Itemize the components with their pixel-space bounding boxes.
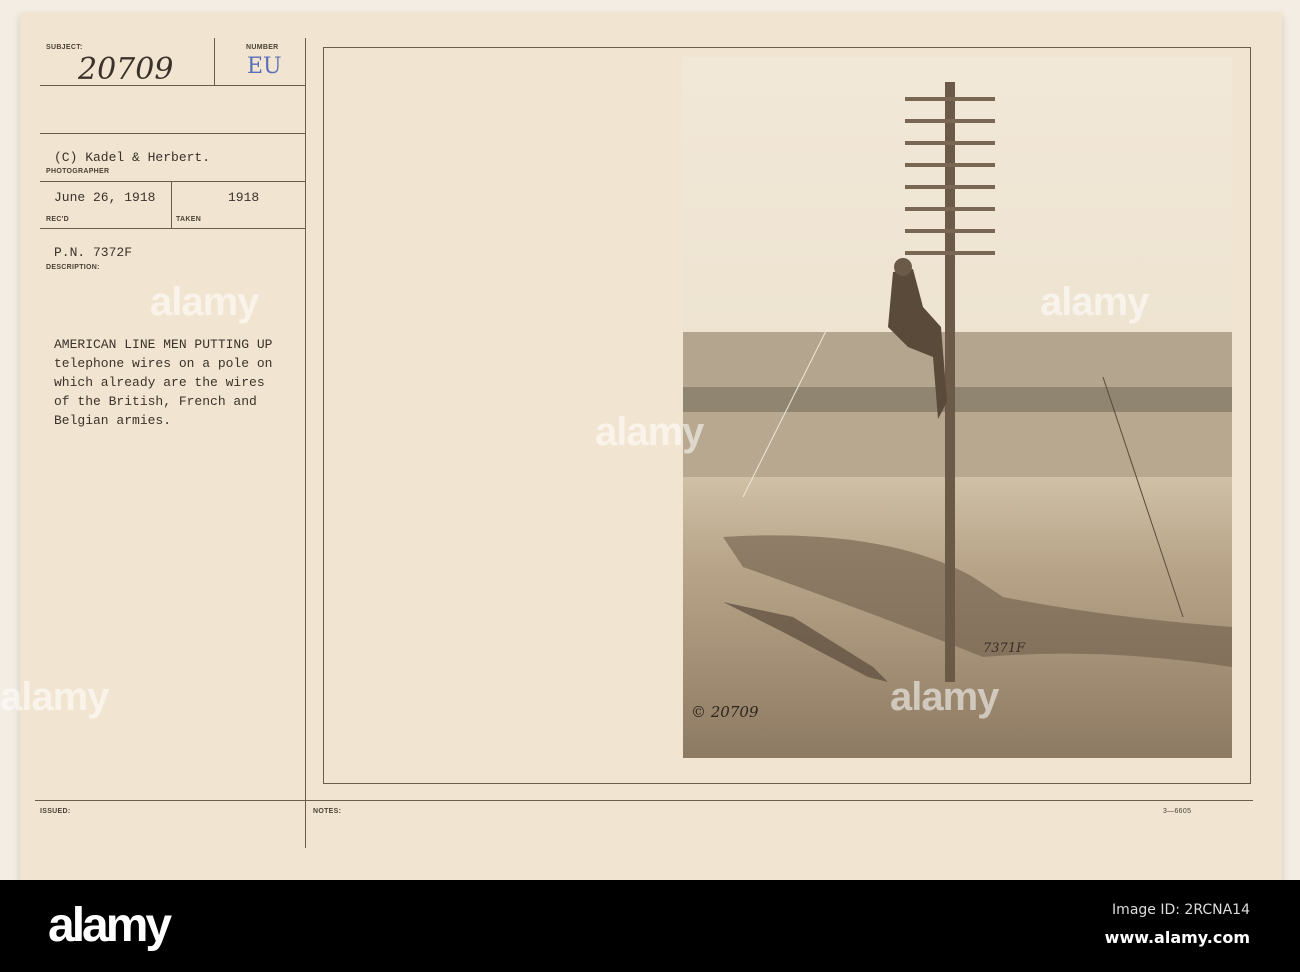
divider xyxy=(171,181,172,228)
description-line: telephone wires on a pole on xyxy=(54,356,273,371)
description-label: DESCRIPTION: xyxy=(46,264,100,271)
subject-value: 20709 xyxy=(78,52,174,87)
watermark: alamy xyxy=(890,675,999,719)
taken-label: TAKEN xyxy=(176,216,202,223)
description-line: Belgian armies. xyxy=(54,413,172,428)
description-line: of the British, French and xyxy=(54,394,257,409)
watermark: alamy xyxy=(595,410,704,454)
divider xyxy=(40,181,306,182)
alamy-logo: alamy xyxy=(48,899,172,952)
divider xyxy=(35,800,1253,801)
photographer-label: PHOTOGRAPHER xyxy=(46,168,110,175)
notes-label: NOTES: xyxy=(313,808,342,815)
photograph: 7371F © 20709 xyxy=(683,57,1232,758)
column-divider xyxy=(305,38,306,848)
site-url[interactable]: www.alamy.com xyxy=(1105,928,1250,947)
description-line: AMERICAN LINE MEN PUTTING UP xyxy=(54,337,273,352)
photo-mark-number: © 20709 xyxy=(691,703,759,721)
taken-value: 1918 xyxy=(228,190,260,205)
divider xyxy=(40,133,306,134)
number-label: NUMBER xyxy=(246,44,279,51)
image-id: Image ID: 2RCNA14 xyxy=(1112,902,1250,918)
lineman-photo: 7371F © 20709 xyxy=(683,57,1232,758)
number-stamp: EU xyxy=(247,54,282,79)
recd-value: June 26, 1918 xyxy=(54,190,156,205)
description-line: which already are the wires xyxy=(54,375,265,390)
watermark: alamy xyxy=(1040,280,1149,324)
recd-label: REC'D xyxy=(46,216,69,223)
watermark: alamy xyxy=(0,675,109,719)
footer-bar: alamy Image ID: 2RCNA14 www.alamy.com xyxy=(0,880,1300,972)
issued-label: ISSUED: xyxy=(40,808,71,815)
divider xyxy=(40,228,306,229)
pn-value: P.N. 7372F xyxy=(54,245,133,260)
photographer-value: (C) Kadel & Herbert. xyxy=(54,150,211,165)
form-code: 3—6605 xyxy=(1163,808,1192,815)
watermark: alamy xyxy=(150,280,259,324)
divider xyxy=(40,85,306,86)
photo-mark-negative: 7371F xyxy=(983,641,1026,656)
subject-label: SUBJECT: xyxy=(46,44,83,51)
divider xyxy=(214,38,215,85)
